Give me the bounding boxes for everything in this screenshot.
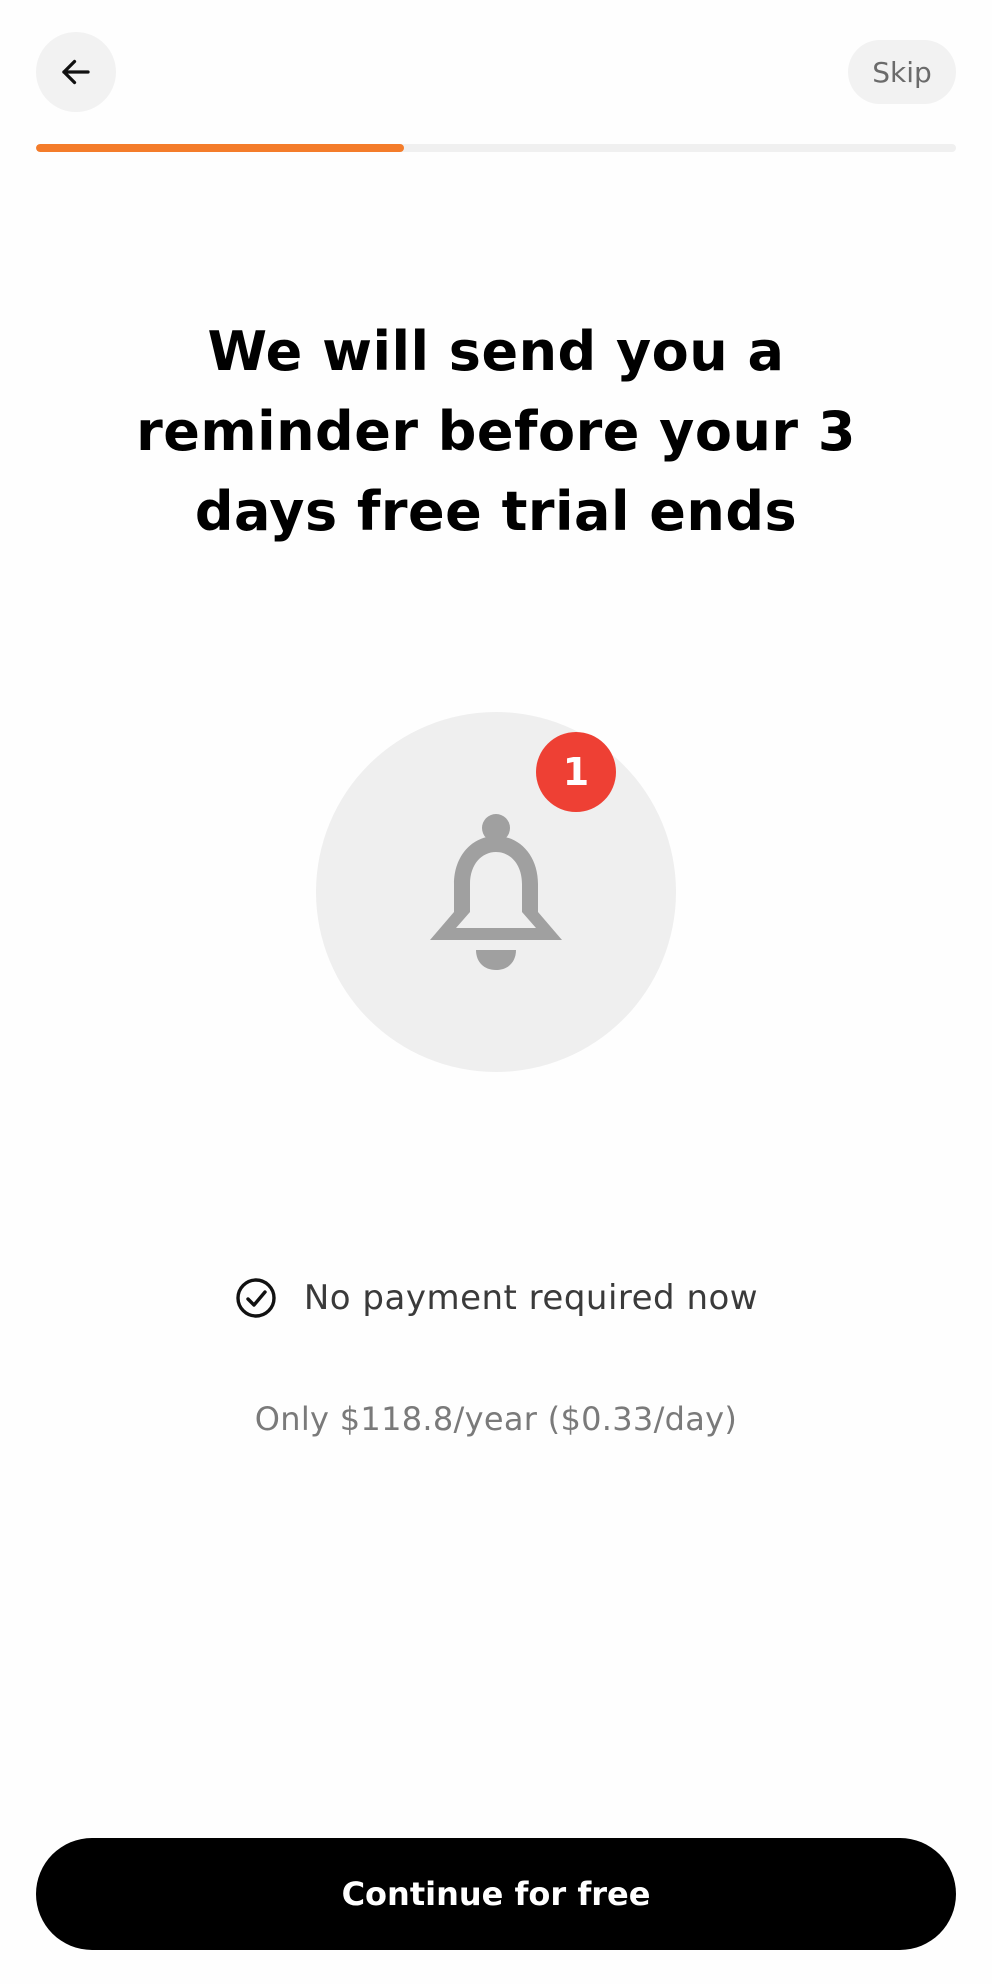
bell-icon bbox=[430, 814, 562, 970]
progress-bar bbox=[36, 144, 956, 152]
notification-badge: 1 bbox=[536, 732, 616, 812]
page-title: We will send you a reminder before your … bbox=[136, 320, 856, 543]
arrow-left-icon bbox=[62, 59, 90, 85]
feature-text: No payment required now bbox=[303, 1278, 759, 1318]
progress-bar-fill bbox=[36, 144, 404, 152]
price-note: Only $118.8/year ($0.33/day) bbox=[254, 1400, 738, 1438]
feature-row: No payment required now bbox=[0, 1268, 992, 1328]
back-button[interactable] bbox=[36, 32, 116, 112]
paywall-reminder-screen: Skip We will send you a reminder before … bbox=[0, 0, 992, 1984]
continue-for-free-button[interactable]: Continue for free bbox=[36, 1838, 956, 1950]
bell-illustration bbox=[316, 712, 676, 1072]
check-circle-icon bbox=[236, 1278, 276, 1318]
skip-button[interactable]: Skip bbox=[848, 40, 956, 104]
